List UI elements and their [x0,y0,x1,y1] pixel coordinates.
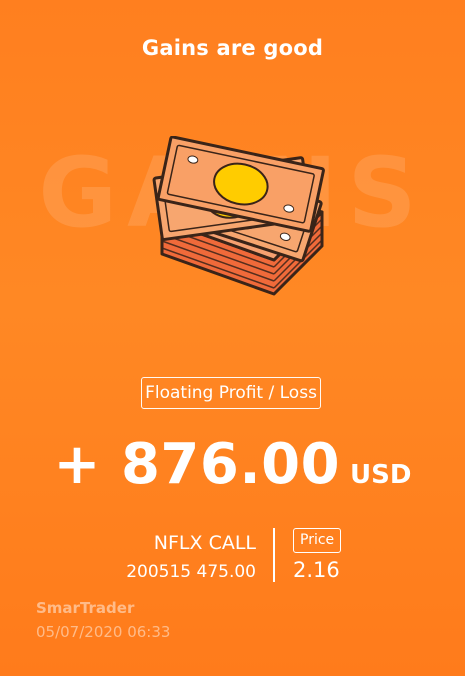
price-value: 2.16 [293,558,340,582]
contract-name: NFLX CALL [153,532,256,554]
pl-amount-row: + 876.00 USD [0,432,465,497]
timestamp: 05/07/2020 06:33 [36,623,171,641]
floating-pl-label: Floating Profit / Loss [141,377,321,409]
vertical-divider [273,528,275,582]
pl-amount: + 876.00 [53,432,341,497]
brand-name: SmarTrader [36,599,135,617]
contract-detail: 200515 475.00 [126,562,256,582]
money-stack-icon [132,135,332,304]
page-title: Gains are good [141,36,324,60]
price-label-badge: Price [293,528,342,553]
pl-currency: USD [350,460,412,490]
contract-info: NFLX CALL 200515 475.00 [70,530,256,585]
share-card: Gains are good GAINS [0,0,465,676]
